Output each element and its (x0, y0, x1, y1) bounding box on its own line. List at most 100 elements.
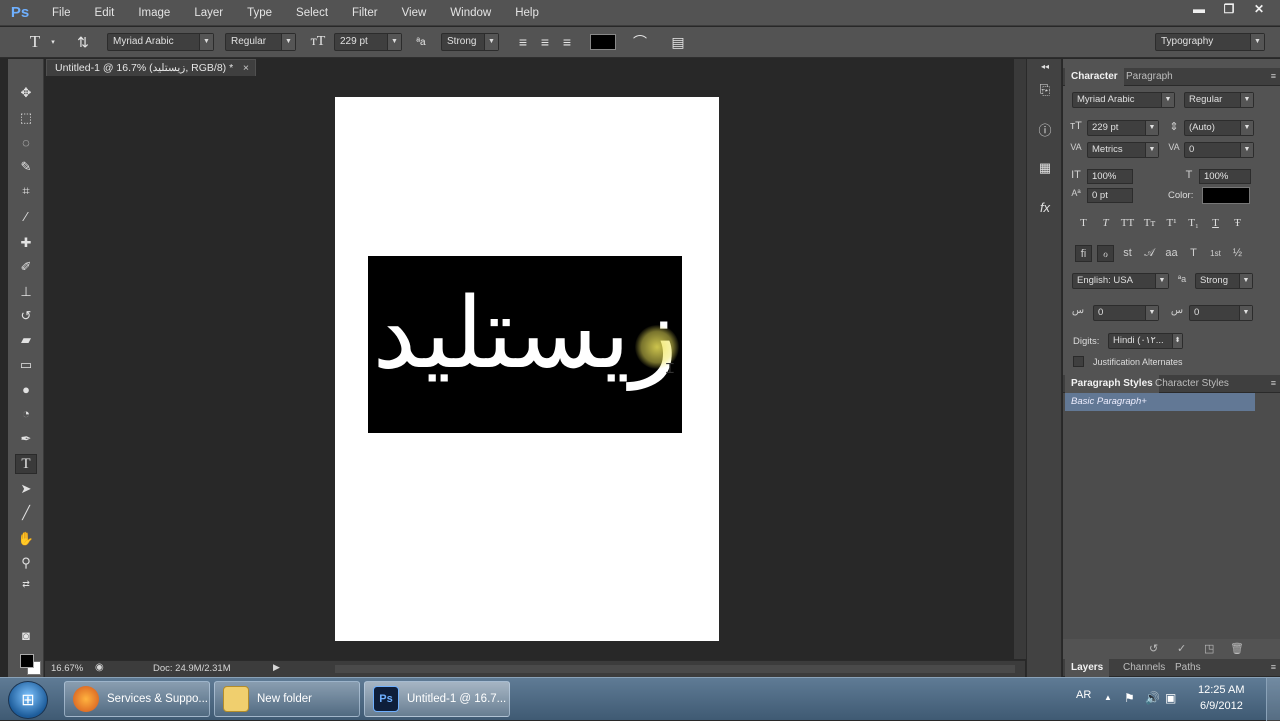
font-style-dropdown[interactable]: Regular ▼ (225, 33, 296, 51)
crop-tool-icon[interactable]: ⌗ (15, 181, 37, 201)
language-dropdown[interactable]: English: USA ▼ (1072, 273, 1169, 289)
underline-button[interactable]: T (1207, 215, 1224, 232)
healing-brush-tool-icon[interactable]: ✚ (15, 233, 37, 253)
swatches-panel-icon[interactable]: ▦ (1034, 157, 1056, 179)
arabic-text-layer[interactable]: زيستليد (368, 274, 682, 394)
zoom-tool-icon[interactable]: ⚲ (15, 553, 37, 573)
character-panel-toggle-icon[interactable]: ▤ (668, 33, 688, 51)
workspace-dropdown[interactable]: Typography ▼ (1155, 33, 1265, 51)
faux-italic-button[interactable]: T (1097, 215, 1114, 232)
action-center-icon[interactable]: ⚑ (1124, 691, 1135, 705)
strikethrough-button[interactable]: Ŧ (1229, 215, 1246, 232)
swash-button[interactable]: st (1119, 245, 1136, 262)
pen-tool-icon[interactable]: ✒ (15, 429, 37, 449)
status-info-icon[interactable]: ◉ (95, 662, 104, 673)
clone-stamp-tool-icon[interactable]: ⊥ (15, 282, 37, 302)
font-size-dropdown[interactable]: 229 pt ▼ (334, 33, 402, 51)
subscript-button[interactable]: T₁ (1185, 215, 1202, 232)
ornaments-button[interactable]: T (1185, 245, 1202, 262)
hand-tool-icon[interactable]: ✋ (15, 529, 37, 549)
clear-override-icon[interactable]: ↺ (1149, 642, 1158, 655)
move-tool-icon[interactable]: ✥ (15, 83, 37, 103)
close-icon[interactable]: ✕ (1244, 0, 1274, 18)
close-tab-icon[interactable]: × (243, 60, 249, 76)
foreground-color-swatch[interactable] (20, 654, 34, 668)
new-style-icon[interactable]: ◳ (1204, 642, 1214, 655)
taskbar-photoshop[interactable]: Ps Untitled-1 @ 16.7... (364, 681, 510, 717)
text-color-swatch[interactable] (590, 34, 616, 50)
history-panel-icon[interactable]: ⎘ (1034, 79, 1056, 101)
menu-filter[interactable]: Filter (340, 0, 390, 26)
network-icon[interactable]: ▣ (1165, 691, 1176, 705)
swap-colors-icon[interactable]: ⇄ (15, 574, 37, 594)
gradient-tool-icon[interactable]: ▭ (15, 355, 37, 375)
titling-alternates-button[interactable]: aa (1163, 245, 1180, 262)
tab-paragraph[interactable]: Paragraph (1120, 68, 1179, 86)
eraser-tool-icon[interactable]: ▰ (15, 330, 37, 350)
type-tool-preset-icon[interactable]: T (24, 32, 46, 51)
small-caps-button[interactable]: Tт (1141, 215, 1158, 232)
char-tracking-dropdown[interactable]: 0 ▼ (1184, 142, 1254, 158)
char-font-style-dropdown[interactable]: Regular ▼ (1184, 92, 1254, 108)
menu-file[interactable]: File (40, 0, 83, 26)
dodge-tool-icon[interactable]: ◔ (15, 403, 37, 423)
chevron-down-icon[interactable]: ▾ (48, 33, 58, 51)
fractions-button[interactable]: ½ (1229, 245, 1246, 262)
quick-select-tool-icon[interactable]: ✎ (15, 157, 37, 177)
align-center-icon[interactable]: ≡ (536, 33, 554, 51)
stylistic-alternates-button[interactable]: 𝒜 (1141, 245, 1158, 262)
char-antialias-dropdown[interactable]: Strong ▼ (1195, 273, 1253, 289)
lasso-tool-icon[interactable]: ◌ (15, 132, 37, 152)
brush-tool-icon[interactable]: ✐ (15, 257, 37, 277)
ordinals-button[interactable]: 1st (1207, 245, 1224, 262)
history-brush-tool-icon[interactable]: ↺ (15, 306, 37, 326)
char-size-dropdown[interactable]: 229 pt ▼ (1087, 120, 1159, 136)
char-leading-dropdown[interactable]: (Auto) ▼ (1184, 120, 1254, 136)
justification-alternates-checkbox[interactable] (1073, 356, 1084, 367)
zoom-level[interactable]: 16.67% (51, 663, 83, 674)
kashida-right-dropdown[interactable]: 0 ▼ (1189, 305, 1253, 321)
warp-text-icon[interactable]: ⌒ (630, 33, 650, 51)
align-right-icon[interactable]: ≡ (558, 33, 576, 51)
vertical-scale-field[interactable]: 100% (1087, 169, 1133, 184)
menu-view[interactable]: View (390, 0, 439, 26)
clock-date[interactable]: 6/9/2012 (1200, 700, 1243, 712)
superscript-button[interactable]: T¹ (1163, 215, 1180, 232)
char-kerning-dropdown[interactable]: Metrics ▼ (1087, 142, 1159, 158)
ligatures-button[interactable]: ﬁ (1075, 245, 1092, 262)
redefine-style-icon[interactable]: ✓ (1177, 642, 1186, 655)
quick-mask-icon[interactable]: ◙ (15, 625, 37, 645)
styles-panel-icon[interactable]: fx (1034, 196, 1056, 218)
digits-dropdown[interactable]: Hindi (٠١٢... ⬍ (1108, 333, 1183, 349)
collapse-arrows-icon[interactable]: ◂◂ (1034, 61, 1056, 71)
tab-character-styles[interactable]: Character Styles (1149, 375, 1235, 393)
info-panel-icon[interactable]: ⓘ (1034, 118, 1056, 140)
horizontal-scrollbar[interactable] (335, 665, 1015, 673)
menu-help[interactable]: Help (503, 0, 551, 26)
taskbar-explorer[interactable]: New folder (214, 681, 360, 717)
blur-tool-icon[interactable]: ● (15, 379, 37, 399)
line-tool-icon[interactable]: ╱ (15, 503, 37, 523)
show-desktop-button[interactable] (1266, 678, 1280, 721)
char-font-family-dropdown[interactable]: Myriad Arabic ▼ (1072, 92, 1175, 108)
restore-icon[interactable]: ❐ (1214, 0, 1244, 18)
text-orientation-icon[interactable]: ⇅ (72, 33, 94, 51)
minimize-icon[interactable]: ▬ (1184, 0, 1214, 18)
kashida-left-dropdown[interactable]: 0 ▼ (1093, 305, 1159, 321)
all-caps-button[interactable]: TT (1119, 215, 1136, 232)
menu-edit[interactable]: Edit (83, 0, 127, 26)
menu-window[interactable]: Window (438, 0, 503, 26)
marquee-tool-icon[interactable]: ⬚ (15, 108, 37, 128)
character-color-swatch[interactable] (1202, 187, 1250, 204)
volume-icon[interactable]: 🔊 (1145, 691, 1160, 705)
menu-type[interactable]: Type (235, 0, 284, 26)
panel-menu-icon[interactable]: ≡ (1271, 378, 1276, 388)
panel-menu-icon[interactable]: ≡ (1271, 662, 1276, 672)
document-canvas[interactable]: زيستليد Ɪ (335, 97, 719, 641)
tab-character[interactable]: Character (1065, 68, 1124, 86)
clock-time[interactable]: 12:25 AM (1198, 684, 1244, 696)
tab-paragraph-styles[interactable]: Paragraph Styles (1065, 375, 1159, 393)
menu-layer[interactable]: Layer (182, 0, 235, 26)
antialias-dropdown[interactable]: Strong ▼ (441, 33, 499, 51)
faux-bold-button[interactable]: T (1075, 215, 1092, 232)
